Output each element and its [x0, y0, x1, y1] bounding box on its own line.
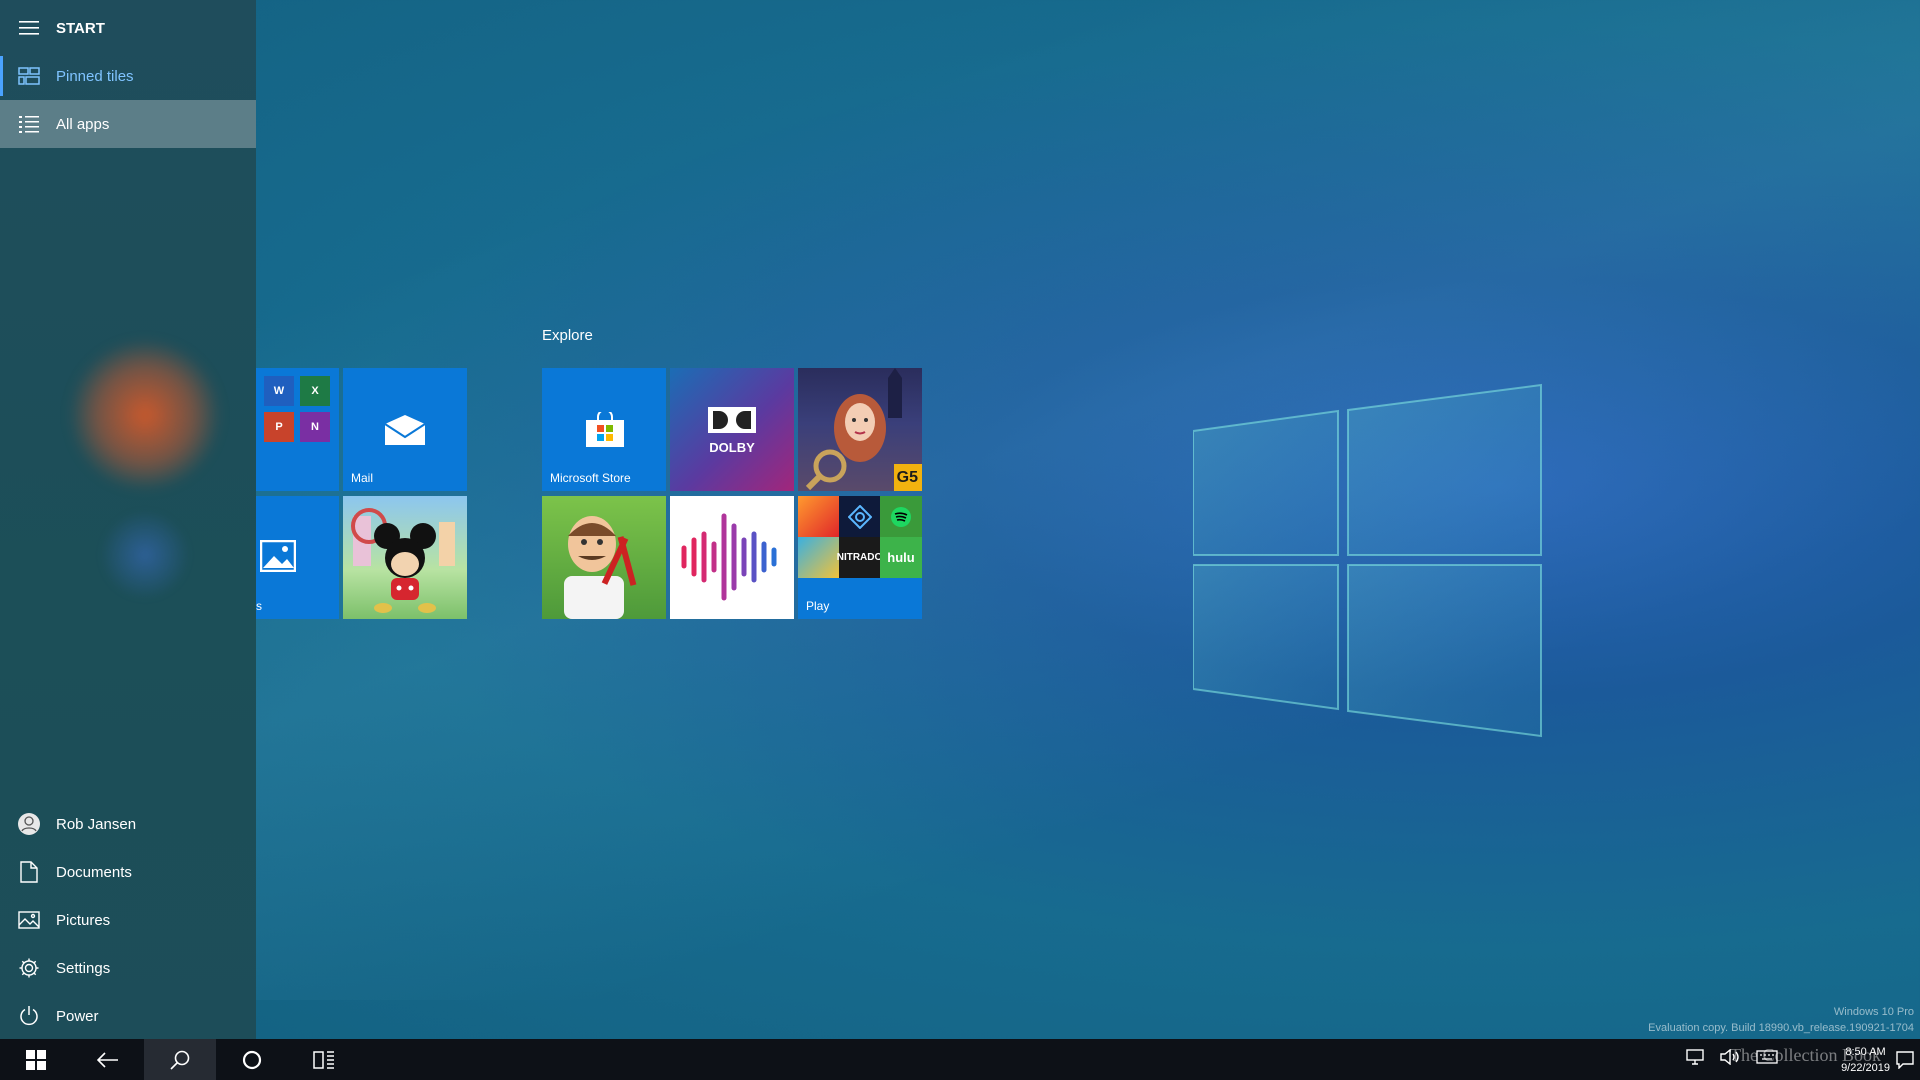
documents-item[interactable]: Documents	[0, 848, 256, 896]
taskbar: 8:50 AM 9/22/2019 The Collection Book	[0, 1039, 1920, 1080]
disney-magic-kingdoms-tile[interactable]	[343, 496, 467, 619]
g5-badge: G5	[896, 469, 918, 486]
evaluation-watermark: Windows 10 Pro Evaluation copy. Build 18…	[1648, 1004, 1914, 1036]
friends-game-icon	[798, 537, 839, 578]
play-label: Play	[806, 599, 830, 613]
wallpaper-light-beam	[250, 0, 1920, 1000]
gardener-icon	[564, 516, 637, 619]
network-icon[interactable]	[1686, 1049, 1704, 1070]
build-text: Evaluation copy. Build 18990.vb_release.…	[1648, 1022, 1914, 1034]
account-name: Rob Jansen	[56, 815, 137, 833]
action-center-button[interactable]	[1896, 1039, 1914, 1080]
start-header[interactable]: START	[0, 4, 256, 52]
mickey-icon	[351, 508, 455, 613]
power-icon	[15, 1002, 43, 1030]
hidden-object-game-tile[interactable]: G5	[798, 368, 922, 491]
store-icon	[586, 412, 624, 447]
search-button[interactable]	[144, 1039, 216, 1080]
back-button[interactable]	[72, 1039, 144, 1080]
nav-label: All apps	[56, 115, 110, 133]
word-icon: W	[264, 376, 294, 406]
start-button[interactable]	[0, 1039, 72, 1080]
nitrado-icon: NITRADO	[837, 537, 882, 578]
ps-express-icon	[839, 496, 880, 537]
start-icon	[26, 1049, 46, 1070]
pictures-label: Pictures	[56, 911, 111, 929]
mail-label: Mail	[351, 471, 374, 485]
account-item[interactable]: Rob Jansen	[0, 800, 256, 848]
collection-book-watermark: The Collection Book	[1730, 1045, 1881, 1065]
start-title: START	[56, 19, 105, 37]
pictures-icon	[15, 906, 43, 934]
mail-tile[interactable]: Mail	[343, 368, 467, 491]
pictures-item[interactable]: Pictures	[0, 896, 256, 944]
dolby-tile[interactable]: DOLBY	[670, 368, 794, 491]
dolby-icon	[708, 407, 756, 433]
back-icon	[97, 1051, 118, 1068]
power-item[interactable]: Power	[0, 992, 256, 1040]
nav-pinned-tiles[interactable]: Pinned tiles	[0, 52, 256, 100]
spotify-icon	[880, 496, 922, 537]
microsoft-store-tile[interactable]: Microsoft Store	[542, 368, 666, 491]
photos-label: s	[256, 599, 262, 613]
photos-tile[interactable]: s	[256, 496, 339, 619]
search-icon	[170, 1050, 190, 1070]
acrylic-glow-blue	[100, 510, 190, 600]
store-label: Microsoft Store	[550, 471, 631, 485]
powerpoint-icon: P	[264, 412, 294, 442]
dolby-label: DOLBY	[709, 440, 755, 455]
document-icon	[15, 858, 43, 886]
task-view-button[interactable]	[288, 1039, 360, 1080]
task-view-icon	[313, 1050, 334, 1069]
soundwave-icon	[681, 513, 777, 601]
play-folder-tile[interactable]: NITRADO hulu Play	[798, 496, 922, 619]
audio-recorder-tile[interactable]	[670, 496, 794, 619]
explore-group-title[interactable]: Explore	[542, 327, 593, 344]
documents-label: Documents	[56, 863, 132, 881]
nav-label: Pinned tiles	[56, 67, 134, 85]
hulu-icon: hulu	[880, 537, 922, 578]
hamburger-icon[interactable]	[15, 14, 43, 42]
acrylic-glow	[70, 340, 220, 490]
candy-crush-icon	[798, 496, 839, 537]
gear-icon	[15, 954, 43, 982]
office-folder-tile[interactable]: W X P N	[256, 368, 339, 491]
power-label: Power	[56, 1007, 99, 1025]
gardenscapes-tile[interactable]	[542, 496, 666, 619]
cortana-button[interactable]	[216, 1039, 288, 1080]
excel-icon: X	[300, 376, 330, 406]
settings-label: Settings	[56, 959, 111, 977]
list-icon	[15, 110, 43, 138]
nav-all-apps[interactable]: All apps	[0, 100, 256, 148]
settings-item[interactable]: Settings	[0, 944, 256, 992]
cortana-icon	[242, 1050, 262, 1069]
windows-logo-wallpaper	[1193, 383, 1542, 738]
photo-icon	[260, 540, 296, 572]
action-center-icon	[1896, 1050, 1914, 1069]
tiles-icon	[15, 62, 43, 90]
start-rail: START Pinned tiles All apps Rob Jansen D…	[0, 0, 256, 1039]
user-icon	[15, 810, 43, 838]
mail-icon	[384, 415, 426, 445]
onenote-icon: N	[300, 412, 330, 442]
edition-text: Windows 10 Pro	[1833, 1006, 1914, 1018]
